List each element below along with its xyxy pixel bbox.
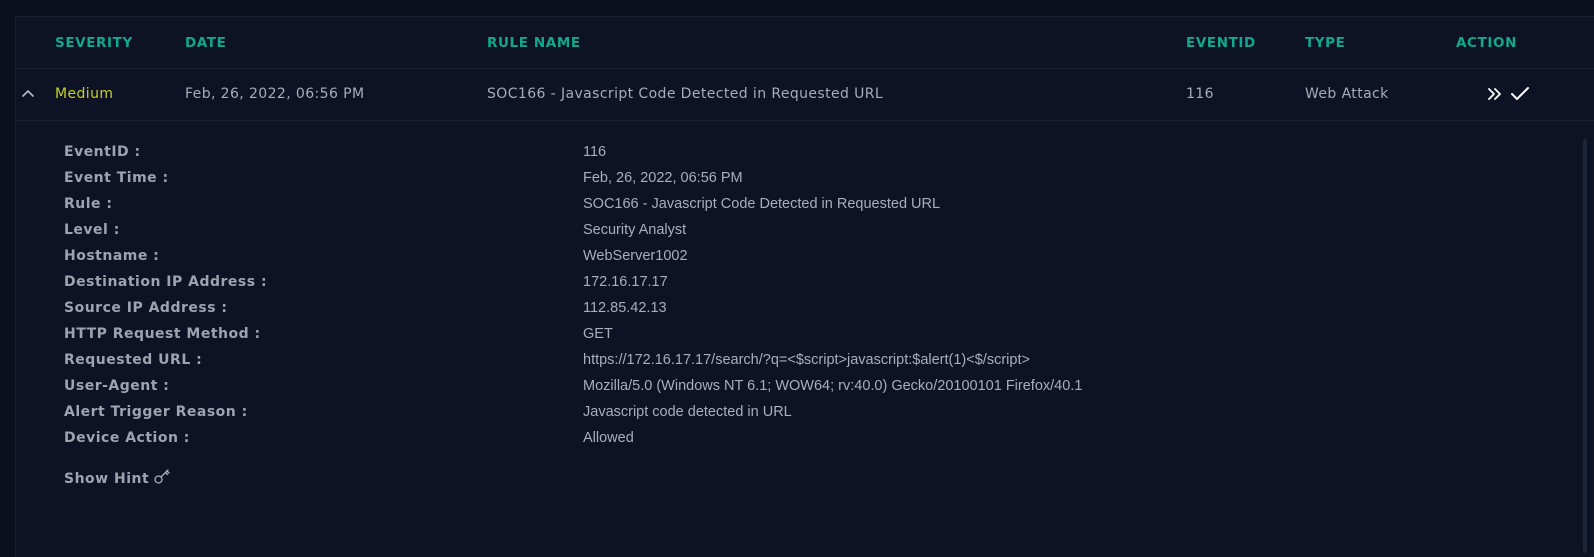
table-header: SEVERITY DATE RULE NAME EVENTID TYPE ACT… <box>16 17 1594 69</box>
key-icon <box>153 467 171 489</box>
detail-row-rule: Rule : SOC166 - Javascript Code Detected… <box>64 196 1464 216</box>
date-cell: Feb, 26, 2022, 06:56 PM <box>185 86 365 102</box>
column-header-eventid[interactable]: EVENTID <box>1186 35 1256 51</box>
severity-cell: Medium <box>55 86 114 102</box>
rule-name-cell: SOC166 - Javascript Code Detected in Req… <box>487 86 884 102</box>
detail-row-trigger-reason: Alert Trigger Reason : Javascript code d… <box>64 404 1464 424</box>
checkmark-icon[interactable] <box>1509 83 1531 105</box>
chevron-up-icon[interactable] <box>20 86 36 100</box>
detail-value: Security Analyst <box>583 222 687 238</box>
detail-label: Requested URL : <box>64 352 203 368</box>
double-chevron-right-icon[interactable] <box>1485 83 1507 105</box>
detail-label: Rule : <box>64 196 113 212</box>
detail-row-requested-url: Requested URL : https://172.16.17.17/sea… <box>64 352 1464 372</box>
detail-value: WebServer1002 <box>583 248 688 264</box>
details-scrollbar[interactable] <box>1583 139 1587 553</box>
detail-row-device-action: Device Action : Allowed <box>64 430 1464 450</box>
detail-value: Mozilla/5.0 (Windows NT 6.1; WOW64; rv:4… <box>583 378 1083 394</box>
show-hint-button[interactable]: Show Hint <box>64 467 171 489</box>
type-cell: Web Attack <box>1305 86 1389 102</box>
column-header-action: ACTION <box>1456 35 1517 51</box>
detail-row-http-method: HTTP Request Method : GET <box>64 326 1464 346</box>
detail-label: Event Time : <box>64 170 169 186</box>
detail-value: https://172.16.17.17/search/?q=<$script>… <box>583 352 1030 368</box>
table-row[interactable]: Medium Feb, 26, 2022, 06:56 PM SOC166 - … <box>16 69 1594 121</box>
detail-label: Hostname : <box>64 248 160 264</box>
detail-label: Source IP Address : <box>64 300 228 316</box>
detail-label: Alert Trigger Reason : <box>64 404 248 420</box>
detail-row-source-ip: Source IP Address : 112.85.42.13 <box>64 300 1464 320</box>
detail-value: 112.85.42.13 <box>583 300 667 316</box>
alert-table: SEVERITY DATE RULE NAME EVENTID TYPE ACT… <box>15 16 1594 557</box>
detail-row-eventid: EventID : 116 <box>64 144 1464 164</box>
detail-value: Feb, 26, 2022, 06:56 PM <box>583 170 743 186</box>
alert-details-panel: EventID : 116 Event Time : Feb, 26, 2022… <box>16 121 1566 557</box>
detail-label: Device Action : <box>64 430 190 446</box>
column-header-date[interactable]: DATE <box>185 35 226 51</box>
detail-row-destination-ip: Destination IP Address : 172.16.17.17 <box>64 274 1464 294</box>
detail-label: User-Agent : <box>64 378 170 394</box>
detail-label: Destination IP Address : <box>64 274 268 290</box>
detail-value: SOC166 - Javascript Code Detected in Req… <box>583 196 941 212</box>
detail-row-user-agent: User-Agent : Mozilla/5.0 (Windows NT 6.1… <box>64 378 1464 398</box>
column-header-rule-name[interactable]: RULE NAME <box>487 35 581 51</box>
eventid-cell: 116 <box>1186 86 1214 102</box>
detail-label: HTTP Request Method : <box>64 326 261 342</box>
detail-value: 116 <box>583 144 607 160</box>
detail-label: EventID : <box>64 144 141 160</box>
detail-value: GET <box>583 326 613 342</box>
detail-row-hostname: Hostname : WebServer1002 <box>64 248 1464 268</box>
detail-value: Javascript code detected in URL <box>583 404 792 420</box>
detail-value: Allowed <box>583 430 634 446</box>
detail-value: 172.16.17.17 <box>583 274 668 290</box>
detail-row-event-time: Event Time : Feb, 26, 2022, 06:56 PM <box>64 170 1464 190</box>
column-header-type[interactable]: TYPE <box>1305 35 1346 51</box>
detail-row-level: Level : Security Analyst <box>64 222 1464 242</box>
show-hint-label: Show Hint <box>64 471 150 487</box>
detail-label: Level : <box>64 222 120 238</box>
column-header-severity[interactable]: SEVERITY <box>55 35 133 51</box>
